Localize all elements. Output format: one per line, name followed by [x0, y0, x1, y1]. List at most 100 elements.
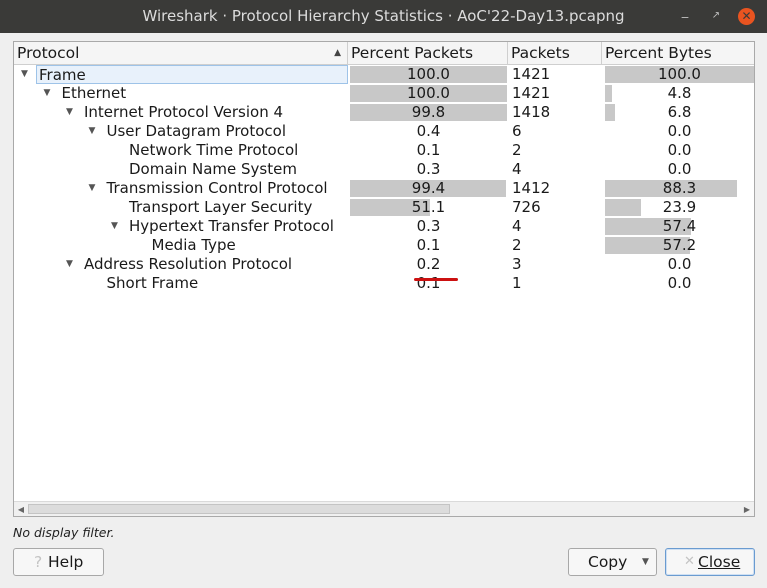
percent-packets-cell-value: 0.3	[416, 160, 441, 178]
scroll-right-icon[interactable]: ▶	[740, 502, 754, 516]
sort-ascending-icon: ▲	[334, 48, 341, 58]
protocol-hierarchy-tree[interactable]: Protocol ▲ Percent Packets Packets Perce…	[13, 41, 755, 517]
minimize-icon[interactable]: _	[676, 3, 694, 21]
close-icon[interactable]: ✕	[738, 8, 755, 25]
protocol-name: Domain Name System	[129, 160, 297, 178]
protocol-name: Address Resolution Protocol	[84, 255, 293, 273]
percent-packets-cell: 51.1	[350, 198, 507, 216]
protocol-name: Network Time Protocol	[129, 141, 299, 159]
protocol-name: Transmission Control Protocol	[106, 179, 328, 197]
percent-bytes-cell-value: 0.0	[667, 274, 692, 292]
table-row[interactable]: ▼ Internet Protocol Version 4 99.8 1418 6.8	[14, 103, 754, 122]
packets-cell: 1421	[512, 65, 551, 83]
protocol-name: Hypertext Transfer Protocol	[129, 217, 334, 235]
percent-bytes-cell-value: 6.8	[667, 103, 692, 121]
percent-packets-cell: 100.0	[350, 65, 507, 83]
column-header-percent-bytes[interactable]: Percent Bytes	[602, 42, 754, 64]
table-row[interactable]: ▼ Hypertext Transfer Protocol 0.3 4 57.4	[14, 217, 754, 236]
percent-bytes-cell-value: 0.0	[667, 255, 692, 273]
percent-bytes-cell: 57.2	[605, 236, 754, 254]
percent-bytes-cell-value: 0.0	[667, 122, 692, 140]
column-header-percent-packets[interactable]: Percent Packets	[348, 42, 508, 64]
protocol-name: Internet Protocol Version 4	[84, 103, 284, 121]
percent-packets-cell: 0.2	[350, 255, 507, 273]
protocol-name: Short Frame	[106, 274, 199, 292]
packets-cell: 4	[512, 160, 522, 178]
percent-packets-cell: 100.0	[350, 84, 507, 102]
table-row[interactable]: ▼ Address Resolution Protocol 0.2 3 0.0	[14, 255, 754, 274]
protocol-name: Frame	[36, 65, 348, 84]
percent-bytes-cell-value: 88.3	[662, 179, 697, 197]
percent-packets-cell: 99.4	[350, 179, 507, 197]
percent-packets-cell: 0.3	[350, 217, 507, 235]
percent-packets-cell: 99.8	[350, 103, 507, 121]
percent-packets-cell: 0.1	[350, 236, 507, 254]
expand-arrow-icon[interactable]: ▼	[111, 217, 118, 236]
scroll-left-icon[interactable]: ◀	[14, 502, 28, 516]
packets-cell: 6	[512, 122, 522, 140]
protocol-name: Transport Layer Security	[129, 198, 313, 216]
copy-button[interactable]: Copy ▼	[568, 548, 657, 576]
percent-bytes-cell: 23.9	[605, 198, 754, 216]
close-button[interactable]: ✕ Close	[665, 548, 755, 576]
expand-arrow-icon[interactable]: ▼	[89, 122, 96, 141]
packets-cell: 3	[512, 255, 522, 273]
table-row-selected[interactable]: ▼ Frame 100.0 1421 100.0	[14, 65, 754, 84]
percent-packets-cell: 0.3	[350, 160, 507, 178]
percent-bytes-cell: 57.4	[605, 217, 754, 235]
percent-bytes-cell: 6.8	[605, 103, 754, 121]
table-row[interactable]: Domain Name System 0.3 4 0.0	[14, 160, 754, 179]
packets-cell: 2	[512, 141, 522, 159]
percent-packets-cell-value: 51.1	[411, 198, 446, 216]
percent-bytes-cell-value: 57.4	[662, 217, 697, 235]
expand-arrow-icon[interactable]: ▼	[66, 255, 73, 274]
percent-packets-cell-value: 100.0	[407, 65, 450, 83]
packets-cell: 726	[512, 198, 541, 216]
expand-arrow-icon[interactable]: ▼	[44, 84, 51, 103]
percent-packets-cell: 0.1	[350, 141, 507, 159]
column-header-protocol[interactable]: Protocol ▲	[14, 42, 348, 64]
percent-bytes-cell: 0.0	[605, 160, 754, 178]
percent-bytes-cell: 88.3	[605, 179, 754, 197]
column-header-packets[interactable]: Packets	[508, 42, 602, 64]
maximize-icon[interactable]: ↗	[707, 7, 725, 25]
percent-bytes-cell-value: 57.2	[662, 236, 697, 254]
protocol-name: Media Type	[151, 236, 236, 254]
table-row[interactable]: Transport Layer Security 51.1 726 23.9	[14, 198, 754, 217]
help-icon: ?	[34, 553, 43, 571]
percent-packets-cell: 0.4	[350, 122, 507, 140]
table-row[interactable]: ▼ User Datagram Protocol 0.4 6 0.0	[14, 122, 754, 141]
chevron-down-icon[interactable]: ▼	[642, 549, 649, 575]
table-row[interactable]: Network Time Protocol 0.1 2 0.0	[14, 141, 754, 160]
red-annotation-underline	[414, 278, 458, 281]
expand-arrow-icon[interactable]: ▼	[89, 179, 96, 198]
expand-arrow-icon[interactable]: ▼	[21, 65, 28, 84]
table-row[interactable]: Short Frame 0.1 1 0.0	[14, 274, 754, 293]
expand-arrow-icon[interactable]: ▼	[66, 103, 73, 122]
percent-bytes-cell-value: 100.0	[658, 65, 701, 83]
table-row[interactable]: ▼ Ethernet 100.0 1421 4.8	[14, 84, 754, 103]
packets-cell: 2	[512, 236, 522, 254]
percent-bytes-cell: 4.8	[605, 84, 754, 102]
packets-cell: 1412	[512, 179, 551, 197]
protocol-name: Ethernet	[61, 84, 127, 102]
window-title: Wireshark · Protocol Hierarchy Statistic…	[142, 7, 625, 25]
packets-cell: 1	[512, 274, 522, 292]
help-button[interactable]: ? Help	[13, 548, 104, 576]
percent-packets-cell-value: 99.4	[411, 179, 446, 197]
packets-cell: 4	[512, 217, 522, 235]
table-row[interactable]: ▼ Transmission Control Protocol 99.4 1412 88…	[14, 179, 754, 198]
table-row[interactable]: Media Type 0.1 2 57.2	[14, 236, 754, 255]
percent-packets-cell-value: 0.1	[416, 274, 441, 292]
percent-bytes-cell: 0.0	[605, 274, 754, 292]
percent-packets-cell-value: 0.2	[416, 255, 441, 273]
packets-cell: 1421	[512, 84, 551, 102]
scrollbar-thumb[interactable]	[28, 504, 450, 514]
percent-packets-cell-value: 0.1	[416, 236, 441, 254]
percent-packets-cell-value: 0.3	[416, 217, 441, 235]
percent-bytes-cell-value: 0.0	[667, 160, 692, 178]
percent-bytes-cell-value: 23.9	[662, 198, 697, 216]
horizontal-scrollbar[interactable]: ◀ ▶	[14, 501, 754, 516]
table-header: Protocol ▲ Percent Packets Packets Perce…	[14, 42, 754, 65]
percent-bytes-cell: 0.0	[605, 255, 754, 273]
